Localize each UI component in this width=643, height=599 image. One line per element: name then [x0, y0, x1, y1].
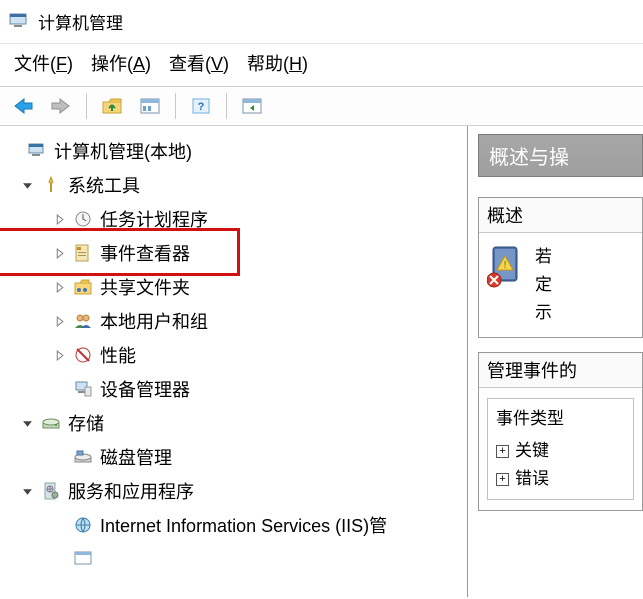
expand-icon[interactable]	[50, 210, 68, 228]
expand-icon[interactable]	[50, 312, 68, 330]
menu-view[interactable]: 查看(V)	[169, 50, 229, 76]
expand-plus-icon: +	[496, 445, 509, 458]
storage-icon	[40, 412, 62, 434]
svg-text:?: ?	[198, 101, 205, 113]
tree-label: 本地用户和组	[100, 308, 208, 334]
iis-icon	[72, 514, 94, 536]
overview-text-line: 示	[535, 299, 552, 327]
tree-node-extra[interactable]	[0, 542, 467, 576]
tools-icon	[40, 174, 62, 196]
tree-node-disk-management[interactable]: 磁盘管理	[0, 440, 467, 474]
app-icon	[8, 10, 38, 34]
collapse-icon[interactable]	[18, 176, 36, 194]
window-titlebar: 计算机管理	[0, 0, 643, 44]
expand-icon[interactable]	[50, 244, 68, 262]
menu-bar: 文件(F) 操作(A) 查看(V) 帮助(H)	[0, 44, 643, 87]
services-icon	[40, 480, 62, 502]
tree-node-performance[interactable]: 性能	[0, 338, 467, 372]
overview-body: ! 若 定 示	[479, 233, 642, 337]
main-content: 计算机管理(本地) 系统工具	[0, 126, 643, 597]
tree-label: 存储	[68, 410, 104, 436]
performance-icon	[72, 344, 94, 366]
overview-group: 概述 ! 若 定 示	[478, 197, 643, 338]
toolbar: ?	[0, 87, 643, 126]
event-type-label: 关键	[515, 437, 549, 465]
tree-node-services-apps[interactable]: 服务和应用程序	[0, 474, 467, 508]
window-title: 计算机管理	[38, 9, 123, 34]
svg-text:!: !	[503, 260, 506, 271]
computer-icon	[26, 140, 48, 162]
tree-label: 设备管理器	[100, 376, 190, 402]
event-type-error[interactable]: + 错误	[496, 465, 625, 493]
collapse-icon[interactable]	[18, 414, 36, 432]
device-manager-icon	[72, 378, 94, 400]
tree-pane: 计算机管理(本地) 系统工具	[0, 126, 468, 597]
tree-label: 系统工具	[68, 172, 140, 198]
tree-node-local-users[interactable]: 本地用户和组	[0, 304, 467, 338]
expand-icon[interactable]	[50, 346, 68, 364]
tree-node-system-tools[interactable]: 系统工具	[0, 168, 467, 202]
expand-icon[interactable]	[50, 278, 68, 296]
tree-node-shared-folders[interactable]: 共享文件夹	[0, 270, 467, 304]
toolbar-separator	[175, 93, 176, 119]
tree-label: 服务和应用程序	[68, 478, 194, 504]
book-warning-icon: !	[487, 243, 525, 327]
tree-label: 性能	[100, 342, 136, 368]
overview-text-line: 若	[535, 243, 552, 271]
event-type-critical[interactable]: + 关键	[496, 437, 625, 465]
event-type-label: 错误	[515, 465, 549, 493]
overview-title: 概述	[479, 198, 642, 233]
tree-node-device-manager[interactable]: 设备管理器	[0, 372, 467, 406]
event-types-box: 事件类型 + 关键 + 错误	[487, 398, 634, 500]
management-events-title: 管理事件的	[479, 353, 642, 388]
forward-button[interactable]	[46, 93, 76, 119]
help-button[interactable]: ?	[186, 93, 216, 119]
disk-icon	[72, 446, 94, 468]
tree-node-root[interactable]: 计算机管理(本地)	[0, 134, 467, 168]
menu-help[interactable]: 帮助(H)	[247, 50, 308, 76]
tree-node-task-scheduler[interactable]: 任务计划程序	[0, 202, 467, 236]
menu-action[interactable]: 操作(A)	[91, 50, 151, 76]
window-icon	[72, 548, 94, 570]
toolbar-separator	[226, 93, 227, 119]
detail-pane: 概述与操 概述 ! 若 定 示	[468, 126, 643, 597]
toolbar-separator	[86, 93, 87, 119]
overview-text-line: 定	[535, 271, 552, 299]
refresh-button[interactable]	[237, 93, 267, 119]
users-icon	[72, 310, 94, 332]
tree-node-iis[interactable]: Internet Information Services (IIS)管	[0, 508, 467, 542]
clock-icon	[72, 208, 94, 230]
tree-label: Internet Information Services (IIS)管	[100, 512, 387, 538]
properties-button[interactable]	[135, 93, 165, 119]
tree-node-event-viewer[interactable]: 事件查看器	[0, 236, 467, 270]
tree-label: 计算机管理(本地)	[54, 138, 192, 164]
tree-node-storage[interactable]: 存储	[0, 406, 467, 440]
tree-label: 任务计划程序	[100, 206, 208, 232]
navigation-tree: 计算机管理(本地) 系统工具	[0, 134, 467, 576]
detail-header: 概述与操	[478, 134, 643, 177]
event-types-title: 事件类型	[496, 405, 625, 433]
back-button[interactable]	[8, 93, 38, 119]
tree-label: 事件查看器	[100, 240, 190, 266]
management-events-group: 管理事件的 事件类型 + 关键 + 错误	[478, 352, 643, 511]
expand-plus-icon: +	[496, 473, 509, 486]
tree-label: 共享文件夹	[100, 274, 190, 300]
event-log-icon	[72, 242, 94, 264]
tree-label: 磁盘管理	[100, 444, 172, 470]
up-folder-button[interactable]	[97, 93, 127, 119]
menu-file[interactable]: 文件(F)	[14, 50, 73, 76]
shared-folder-icon	[72, 276, 94, 298]
collapse-icon[interactable]	[18, 482, 36, 500]
